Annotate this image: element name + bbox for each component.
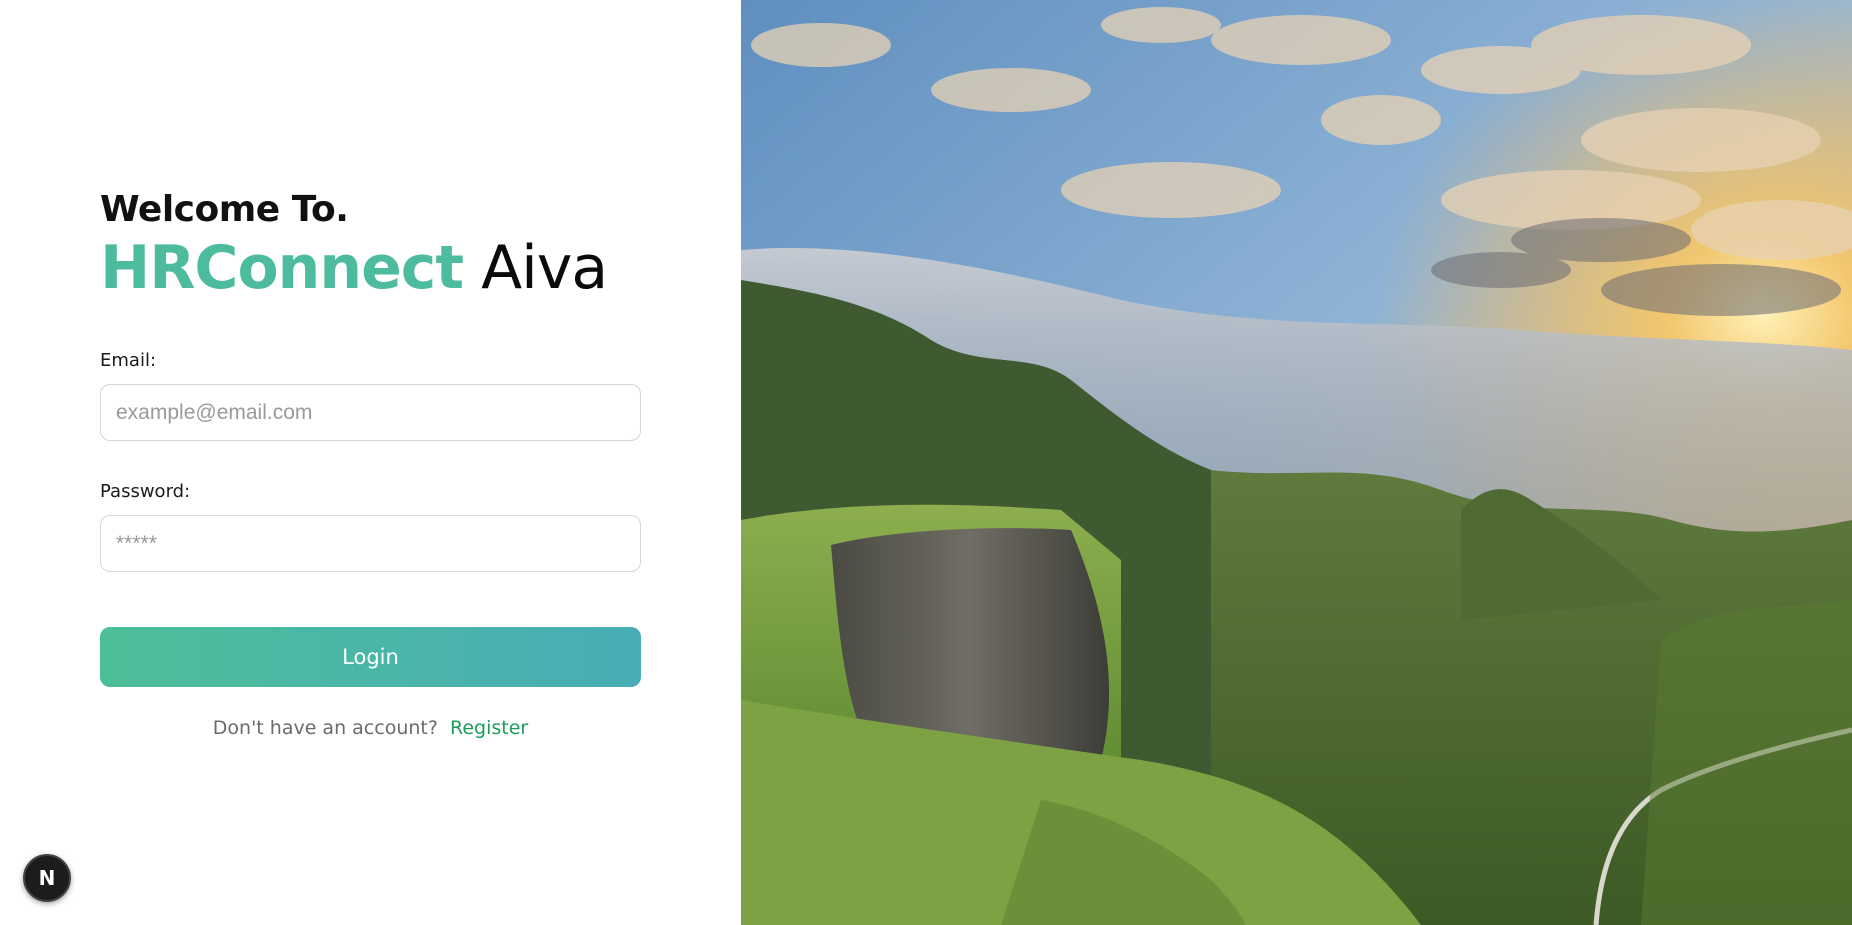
password-label: Password: bbox=[100, 481, 191, 502]
login-page: Welcome To. HRConnect Aiva Email: Passwo… bbox=[0, 0, 1852, 925]
brand-title: HRConnect Aiva bbox=[100, 234, 641, 302]
hero-image bbox=[741, 0, 1852, 925]
brand-name-accent: HRConnect bbox=[100, 233, 464, 303]
email-label: Email: bbox=[100, 350, 157, 371]
brand-name-rest: Aiva bbox=[481, 233, 608, 303]
register-prompt: Don't have an account? bbox=[212, 717, 438, 739]
landscape-photo-icon bbox=[741, 0, 1852, 925]
register-row: Don't have an account? Register bbox=[100, 717, 641, 739]
email-field[interactable] bbox=[100, 384, 641, 441]
login-panel: Welcome To. HRConnect Aiva Email: Passwo… bbox=[0, 0, 741, 925]
register-link[interactable]: Register bbox=[450, 717, 528, 739]
login-form: Welcome To. HRConnect Aiva Email: Passwo… bbox=[100, 186, 641, 739]
password-field[interactable] bbox=[100, 515, 641, 572]
welcome-heading: Welcome To. bbox=[100, 189, 349, 230]
dev-tools-badge[interactable]: N bbox=[23, 854, 71, 902]
login-button[interactable]: Login bbox=[100, 627, 641, 687]
